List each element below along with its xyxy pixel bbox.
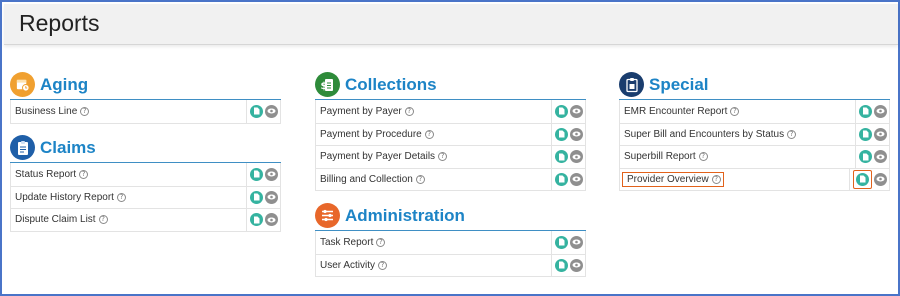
document-icon[interactable] xyxy=(859,150,872,164)
highlighted-document-button[interactable] xyxy=(853,169,872,189)
report-row: User Activity? xyxy=(316,253,585,276)
section-title-collections: Collections xyxy=(345,75,437,94)
eye-icon[interactable] xyxy=(570,172,583,186)
help-icon[interactable]: ? xyxy=(378,260,388,270)
eye-icon[interactable] xyxy=(570,150,583,164)
eye-icon[interactable] xyxy=(570,258,583,272)
document-icon[interactable] xyxy=(250,213,263,227)
report-link-super-bill-and-encounters-by-status[interactable]: Super Bill and Encounters by Status? xyxy=(620,129,797,140)
clipboard-icon xyxy=(10,135,35,160)
report-link-billing-and-collection[interactable]: Billing and Collection? xyxy=(316,174,425,185)
report-row: Super Bill and Encounters by Status? xyxy=(620,122,889,145)
section-claims: Claims Status Report? Update History Rep… xyxy=(10,135,281,232)
document-icon[interactable] xyxy=(856,172,869,186)
page-header: Reports xyxy=(4,4,898,45)
section-administration: Administration Task Report? User Activit… xyxy=(315,203,586,277)
help-icon[interactable]: ? xyxy=(424,129,434,139)
section-header: $ Collections xyxy=(315,72,586,100)
report-row: Business Line? xyxy=(11,100,280,123)
special-clipboard-icon xyxy=(619,72,644,97)
document-icon[interactable] xyxy=(859,104,872,118)
section-header: Aging xyxy=(10,72,281,100)
help-icon[interactable]: ? xyxy=(80,106,90,116)
section-header: Administration xyxy=(315,203,586,231)
sliders-icon xyxy=(315,203,340,228)
eye-icon[interactable] xyxy=(570,235,583,249)
report-row: Provider Overview? xyxy=(620,167,889,190)
document-icon[interactable] xyxy=(555,258,568,272)
section-title-claims: Claims xyxy=(40,138,96,157)
document-icon[interactable] xyxy=(250,190,263,204)
report-row: Superbill Report? xyxy=(620,145,889,168)
eye-icon[interactable] xyxy=(874,104,887,118)
document-icon[interactable] xyxy=(555,150,568,164)
report-row: Payment by Payer? xyxy=(316,100,585,123)
eye-icon[interactable] xyxy=(265,190,278,204)
help-icon[interactable]: ? xyxy=(438,152,448,162)
report-link-status-report[interactable]: Status Report? xyxy=(11,169,89,180)
report-link-payment-by-payer[interactable]: Payment by Payer? xyxy=(316,106,414,117)
section-header: Special xyxy=(619,72,890,100)
section-collections: $ Collections Payment by Payer? Payment … xyxy=(315,72,586,191)
help-icon[interactable]: ? xyxy=(116,192,126,202)
report-row: Billing and Collection? xyxy=(316,167,585,190)
help-icon[interactable]: ? xyxy=(711,174,721,184)
eye-icon[interactable] xyxy=(265,213,278,227)
document-icon[interactable] xyxy=(555,172,568,186)
eye-icon[interactable] xyxy=(874,127,887,141)
eye-icon[interactable] xyxy=(874,172,887,186)
report-link-task-report[interactable]: Task Report? xyxy=(316,237,386,248)
report-row: Task Report? xyxy=(316,231,585,254)
document-icon[interactable] xyxy=(859,127,872,141)
page-title: Reports xyxy=(19,10,100,36)
help-icon[interactable]: ? xyxy=(415,174,425,184)
help-icon[interactable]: ? xyxy=(79,169,89,179)
report-link-superbill-report[interactable]: Superbill Report? xyxy=(620,151,708,162)
report-link-provider-overview[interactable]: Provider Overview? xyxy=(622,171,724,187)
reports-window: Reports Aging Business Line? Claims Stat… xyxy=(0,0,900,296)
report-row: Payment by Procedure? xyxy=(316,122,585,145)
document-icon[interactable] xyxy=(555,104,568,118)
document-icon[interactable] xyxy=(250,104,263,118)
report-link-user-activity[interactable]: User Activity? xyxy=(316,260,388,271)
svg-text:$: $ xyxy=(321,81,328,92)
eye-icon[interactable] xyxy=(570,127,583,141)
document-icon[interactable] xyxy=(555,235,568,249)
help-icon[interactable]: ? xyxy=(698,152,708,162)
calendar-clock-icon xyxy=(10,72,35,97)
report-link-payment-by-payer-details[interactable]: Payment by Payer Details? xyxy=(316,151,448,162)
report-row: Payment by Payer Details? xyxy=(316,145,585,168)
section-title-aging: Aging xyxy=(40,75,89,94)
report-row: EMR Encounter Report? xyxy=(620,100,889,123)
report-link-dispute-claim-list[interactable]: Dispute Claim List? xyxy=(11,214,108,225)
report-link-business-line[interactable]: Business Line? xyxy=(11,106,90,117)
report-row: Update History Report? xyxy=(11,185,280,208)
help-icon[interactable]: ? xyxy=(376,237,386,247)
report-row: Status Report? xyxy=(11,163,280,186)
section-special: Special EMR Encounter Report? Super Bill… xyxy=(619,72,890,191)
section-title-special: Special xyxy=(649,75,709,94)
document-icon[interactable] xyxy=(555,127,568,141)
report-link-payment-by-procedure[interactable]: Payment by Procedure? xyxy=(316,129,434,140)
help-icon[interactable]: ? xyxy=(404,106,414,116)
dollar-document-icon: $ xyxy=(315,72,340,97)
help-icon[interactable]: ? xyxy=(787,129,797,139)
report-row: Dispute Claim List? xyxy=(11,208,280,231)
section-aging: Aging Business Line? xyxy=(10,72,281,124)
help-icon[interactable]: ? xyxy=(98,215,108,225)
section-header: Claims xyxy=(10,135,281,163)
document-icon[interactable] xyxy=(250,167,263,181)
eye-icon[interactable] xyxy=(874,150,887,164)
help-icon[interactable]: ? xyxy=(730,106,740,116)
report-link-update-history-report[interactable]: Update History Report? xyxy=(11,192,126,203)
report-link-emr-encounter-report[interactable]: EMR Encounter Report? xyxy=(620,106,740,117)
eye-icon[interactable] xyxy=(570,104,583,118)
eye-icon[interactable] xyxy=(265,167,278,181)
section-title-administration: Administration xyxy=(345,206,465,225)
eye-icon[interactable] xyxy=(265,104,278,118)
